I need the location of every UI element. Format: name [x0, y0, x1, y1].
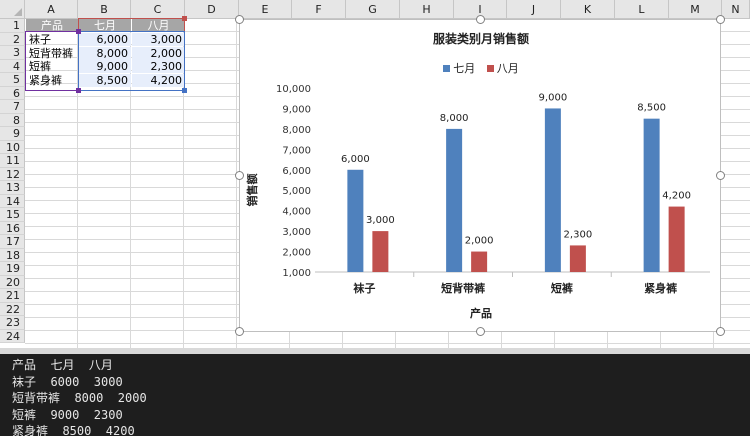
select-all-corner[interactable] — [0, 0, 25, 19]
data-label: 4,200 — [662, 191, 691, 202]
range-highlight-series-names — [78, 18, 185, 32]
column-header[interactable]: H — [400, 0, 454, 19]
row-header[interactable]: 24 — [0, 329, 25, 343]
bar-august[interactable] — [569, 245, 586, 272]
console-output: 产品 七月 八月 袜子 6000 3000 短背带裤 8000 2000 短裤 900… — [0, 354, 750, 436]
row-header[interactable]: 16 — [0, 221, 25, 235]
range-highlight-values — [78, 31, 185, 91]
column-header[interactable]: K — [561, 0, 615, 19]
chart-object[interactable]: 服装类别月销售额 七月 八月 销售额 产品 1,000 2,000 3,000 4,0… — [239, 19, 721, 332]
data-label: 9,000 — [539, 92, 568, 103]
row-header[interactable]: 2 — [0, 32, 25, 46]
row-header[interactable]: 10 — [0, 140, 25, 154]
chart-resize-handle[interactable] — [235, 15, 244, 24]
bar-july[interactable] — [643, 118, 660, 273]
row-header[interactable]: 9 — [0, 127, 25, 141]
row-header[interactable]: 17 — [0, 235, 25, 249]
row-header[interactable]: 4 — [0, 59, 25, 73]
plot-area: 1,000 2,000 3,000 4,000 5,000 6,000 7,000 8,000… — [276, 84, 710, 295]
row-header[interactable]: 13 — [0, 181, 25, 195]
column-header[interactable]: N — [722, 0, 750, 19]
row-header[interactable]: 5 — [0, 73, 25, 87]
bar-july[interactable] — [347, 169, 364, 272]
row-header[interactable]: 23 — [0, 316, 25, 330]
bar-july[interactable] — [544, 108, 561, 272]
console-line: 短背带裤 8000 2000 — [12, 391, 147, 405]
row-header[interactable]: 15 — [0, 208, 25, 222]
row-header[interactable]: 22 — [0, 302, 25, 316]
row-header[interactable]: 19 — [0, 262, 25, 276]
y-tick-label: 9,000 — [282, 104, 311, 115]
column-header[interactable]: G — [346, 0, 400, 19]
row-header[interactable]: 21 — [0, 289, 25, 303]
chart-resize-handle[interactable] — [716, 171, 725, 180]
y-tick-label: 10,000 — [276, 84, 311, 95]
row-header[interactable]: 12 — [0, 167, 25, 181]
data-label: 8,000 — [440, 113, 469, 124]
column-header[interactable]: D — [185, 0, 239, 19]
row-header[interactable]: 8 — [0, 113, 25, 127]
chart-resize-handle[interactable] — [235, 327, 244, 336]
column-header[interactable]: M — [669, 0, 722, 19]
y-tick-label: 1,000 — [282, 268, 311, 279]
y-tick-label: 2,000 — [282, 248, 311, 259]
column-header[interactable]: E — [239, 0, 292, 19]
x-tick-label: 短背带裤 — [441, 281, 485, 295]
resize-handle[interactable] — [76, 29, 81, 34]
console-line: 紧身裤 8500 4200 — [12, 424, 135, 436]
column-header[interactable]: A — [25, 0, 78, 19]
bar-august[interactable] — [668, 206, 685, 272]
y-tick-label: 5,000 — [282, 186, 311, 197]
range-highlight-products — [25, 31, 79, 91]
column-header[interactable]: B — [78, 0, 131, 19]
console-line: 短裤 9000 2300 — [12, 407, 123, 422]
x-tick-label: 紧身裤 — [644, 281, 677, 295]
y-tick-label: 7,000 — [282, 145, 311, 156]
column-header[interactable]: C — [131, 0, 185, 19]
chart-resize-handle[interactable] — [476, 327, 485, 336]
row-header[interactable]: 3 — [0, 46, 25, 60]
chart-resize-handle[interactable] — [716, 327, 725, 336]
row-header[interactable]: 7 — [0, 100, 25, 114]
row-header[interactable]: 14 — [0, 194, 25, 208]
data-label: 6,000 — [341, 154, 370, 165]
bar-august[interactable] — [372, 231, 389, 272]
bar-august[interactable] — [471, 251, 488, 272]
data-label: 8,500 — [637, 103, 666, 114]
resize-handle[interactable] — [76, 88, 81, 93]
bar-july[interactable] — [446, 128, 463, 272]
chart-resize-handle[interactable] — [476, 15, 485, 24]
row-header[interactable]: 11 — [0, 154, 25, 168]
data-label: 2,000 — [465, 236, 494, 247]
column-header[interactable]: L — [615, 0, 669, 19]
console-line: 产品 七月 八月 — [12, 358, 113, 372]
y-tick-label: 3,000 — [282, 227, 311, 238]
console-line: 袜子 6000 3000 — [12, 374, 123, 389]
resize-handle[interactable] — [182, 16, 187, 21]
row-header[interactable]: 6 — [0, 86, 25, 100]
column-header[interactable]: J — [507, 0, 561, 19]
y-tick-label: 4,000 — [282, 207, 311, 218]
column-header[interactable]: F — [292, 0, 346, 19]
chart-resize-handle[interactable] — [716, 15, 725, 24]
resize-handle[interactable] — [182, 88, 187, 93]
row-header[interactable]: 18 — [0, 248, 25, 262]
data-label: 2,300 — [564, 229, 593, 240]
y-tick-label: 8,000 — [282, 125, 311, 136]
x-tick-label: 袜子 — [352, 281, 375, 295]
chart-resize-handle[interactable] — [235, 171, 244, 180]
y-tick-label: 6,000 — [282, 166, 311, 177]
row-header[interactable]: 1 — [0, 19, 25, 33]
spreadsheet: ABCDEFGHIJKLMN 1 2 3 4 5 6 7 8 9 10 11 12 13 14 15 16 17… — [0, 0, 750, 348]
data-label: 3,000 — [366, 215, 395, 226]
row-header[interactable]: 20 — [0, 275, 25, 289]
x-tick-label: 短裤 — [551, 281, 573, 295]
